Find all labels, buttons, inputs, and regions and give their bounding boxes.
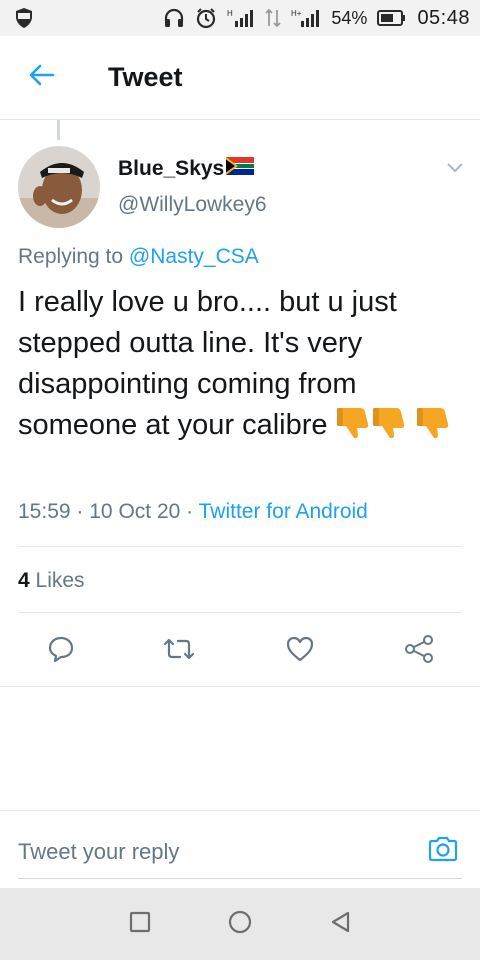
headphones-icon xyxy=(163,8,185,28)
home-button[interactable] xyxy=(220,904,260,944)
back-button[interactable] xyxy=(0,36,84,120)
likes-number: 4 xyxy=(18,569,30,592)
thread-line xyxy=(57,120,60,140)
triangle-back-icon xyxy=(329,910,351,939)
signal-icon: H+ xyxy=(291,8,321,28)
tweet-meta: 15:59 · 10 Oct 20 · Twitter for Android xyxy=(18,500,368,524)
app-header: Tweet xyxy=(0,36,480,120)
tweet-date: 10 Oct 20 xyxy=(89,500,181,523)
reply-underline xyxy=(18,878,462,879)
share-button[interactable] xyxy=(402,634,436,668)
share-icon xyxy=(403,634,435,669)
system-nav-bar xyxy=(0,888,480,960)
replying-mention-link[interactable]: @Nasty_CSA xyxy=(129,245,259,268)
tweet-time: 15:59 xyxy=(18,500,71,523)
svg-text:H: H xyxy=(227,9,233,18)
thumbs-down-icon xyxy=(416,406,452,452)
divider xyxy=(18,612,462,613)
meta-separator: · xyxy=(76,500,84,523)
likes-count[interactable]: 4 Likes xyxy=(18,569,85,593)
arrow-left-icon xyxy=(29,64,55,91)
thumbs-down-icon xyxy=(372,406,408,452)
author-handle[interactable]: @WillyLowkey6 xyxy=(118,193,267,217)
square-icon xyxy=(129,911,151,938)
author-name[interactable]: Blue_Skys xyxy=(118,157,255,181)
avatar[interactable] xyxy=(18,146,100,228)
reply-button[interactable] xyxy=(44,634,78,668)
author-name-text: Blue_Skys xyxy=(118,157,225,180)
back-nav-button[interactable] xyxy=(320,904,360,944)
divider xyxy=(18,546,462,547)
status-time: 05:48 xyxy=(417,6,470,29)
data-arrows-icon xyxy=(265,8,282,28)
divider xyxy=(0,686,480,687)
divider xyxy=(0,810,480,811)
meta-separator: · xyxy=(186,500,194,523)
tweet-text: I really love u bro.... but u just stepp… xyxy=(18,282,468,452)
likes-label: Likes xyxy=(35,569,85,592)
camera-button[interactable] xyxy=(426,834,460,868)
circle-icon xyxy=(228,910,252,939)
replying-prefix: Replying to xyxy=(18,245,124,268)
reply-input[interactable] xyxy=(18,834,408,870)
camera-icon xyxy=(427,835,459,868)
battery-icon xyxy=(377,9,407,27)
svg-text:H+: H+ xyxy=(291,9,302,18)
chevron-down-icon xyxy=(446,161,464,179)
south-africa-flag-icon xyxy=(226,157,255,181)
status-bar: H H+ 54% 05:48 xyxy=(0,0,480,36)
alarm-icon xyxy=(195,7,217,29)
signal-icon: H xyxy=(227,8,255,28)
thumbs-down-icon xyxy=(336,406,372,452)
like-button[interactable] xyxy=(283,634,317,668)
tweet-source-link[interactable]: Twitter for Android xyxy=(199,500,368,523)
like-icon xyxy=(285,635,315,668)
more-options-button[interactable] xyxy=(440,155,470,185)
recent-apps-button[interactable] xyxy=(120,904,160,944)
reply-icon xyxy=(46,634,76,669)
retweet-button[interactable] xyxy=(162,634,196,668)
battery-percent: 54% xyxy=(331,7,368,28)
replying-to: Replying to @Nasty_CSA xyxy=(18,245,259,269)
shield-icon xyxy=(14,7,34,29)
page-title: Tweet xyxy=(108,62,183,92)
retweet-icon xyxy=(162,635,196,668)
